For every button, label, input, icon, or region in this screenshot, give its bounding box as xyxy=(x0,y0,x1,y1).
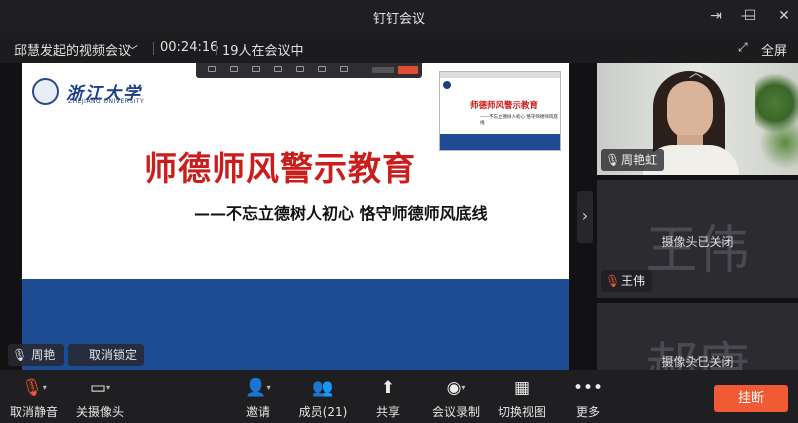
camera-label: 关摄像头 xyxy=(75,405,124,419)
mini-share-icon xyxy=(252,66,260,72)
members-button[interactable]: 👥 成员(21) xyxy=(298,370,348,423)
grid-view-icon: ▦ xyxy=(513,378,531,398)
mini-members-icon xyxy=(296,66,304,72)
collapse-panel-button[interactable]: › xyxy=(577,191,593,243)
invite-label: 邀请 xyxy=(245,405,270,419)
university-english: ZHEJIANG UNIVERSITY xyxy=(68,98,145,105)
mini-mic-icon xyxy=(208,66,216,72)
presenter-badge: 🎙周艳虹 xyxy=(8,344,64,384)
switch-view-button[interactable]: ▦ 切换视图 xyxy=(496,370,548,423)
more-icon: ••• xyxy=(572,378,604,398)
mute-label: 取消静音 xyxy=(9,405,58,419)
mic-icon: 🎙 xyxy=(605,153,621,167)
mini-stop-icon xyxy=(340,66,348,72)
participant-namebar: 🎙王伟 xyxy=(601,270,653,292)
mini-more-icon xyxy=(318,66,326,72)
mini-timer xyxy=(372,67,394,73)
camera-icon: ▭▾ xyxy=(89,378,111,398)
mute-button[interactable]: 🎙▾ 取消静音 xyxy=(6,370,62,423)
participant-tile[interactable]: 王伟 摄像头已关闭 🎙王伟 xyxy=(597,180,798,298)
participant-namebar: 🎙周艳虹 xyxy=(601,149,665,171)
add-user-icon: 👤▾ xyxy=(245,378,271,398)
preview-band xyxy=(440,134,560,150)
preview-title: 师德师风警示教育 xyxy=(470,101,539,111)
invite-button[interactable]: 👤▾ 邀请 xyxy=(236,370,280,423)
presenter-preview: 师德师风警示教育 ——不忘立德树人初心 恪守师德师风底线 xyxy=(439,71,561,151)
pin-icon[interactable]: ⇥ xyxy=(706,6,726,26)
meeting-toolbar: 🎙▾ 取消静音 ▭▾ 关摄像头 👤▾ 邀请 👥 成员(21) ⬆ 共享 ◉▾ 会… xyxy=(0,370,798,423)
camera-button[interactable]: ▭▾ 关摄像头 xyxy=(72,370,128,423)
preview-header xyxy=(440,72,560,78)
scroll-down-icon[interactable]: ﹀ xyxy=(689,353,703,370)
participant-count: 19人在会议中 xyxy=(222,44,304,59)
slide-title: 师德师风警示教育 xyxy=(144,149,416,188)
meeting-timer: 00:24:16 xyxy=(160,40,219,55)
members-icon: 👥 xyxy=(312,378,334,398)
more-button[interactable]: ••• 更多 xyxy=(566,370,610,423)
video-person-face xyxy=(667,81,713,139)
presenter-mini-toolbar xyxy=(196,63,422,78)
preview-subtitle: ——不忘立德树人初心 恪守师德师风底线 xyxy=(480,115,558,126)
mic-muted-icon: 🎙 xyxy=(605,274,621,288)
share-button[interactable]: ⬆ 共享 xyxy=(366,370,410,423)
participant-tile[interactable]: 郝康 摄像头已关闭 ﹀ xyxy=(597,303,798,370)
members-label: 成员(21) xyxy=(298,405,348,419)
meeting-name[interactable]: 邱慧发起的视频会议 xyxy=(14,40,131,59)
mini-end-share-button xyxy=(398,66,418,74)
window-title: 钉钉会议 xyxy=(372,12,425,27)
mini-annotate-icon xyxy=(274,66,282,72)
participant-name: 王伟 xyxy=(621,274,646,288)
participant-name: 周艳虹 xyxy=(621,153,658,167)
mini-camera-icon xyxy=(230,66,238,72)
mic-icon: 🎙 xyxy=(12,348,28,362)
participant-tile[interactable]: ︿ 🎙周艳虹 xyxy=(597,63,798,175)
meeting-stage: 浙江大学 ZHEJIANG UNIVERSITY 师德师风警示教育 ——不忘立德… xyxy=(0,63,798,384)
maximize-icon[interactable]: ☐ xyxy=(740,6,760,26)
share-label: 共享 xyxy=(375,405,400,419)
mic-muted-icon: 🎙▾ xyxy=(21,378,47,398)
title-bar: 钉钉会议 ⇥ — ✕ xyxy=(0,0,798,33)
chevron-down-icon[interactable]: ﹀ xyxy=(127,42,138,58)
fullscreen-icon[interactable]: ⤢ xyxy=(738,40,748,55)
divider xyxy=(216,42,217,55)
record-icon: ◉▾ xyxy=(446,378,466,398)
record-label: 会议录制 xyxy=(431,405,480,419)
share-screen-icon: ⬆ xyxy=(380,378,396,398)
hangup-button[interactable]: 挂断 xyxy=(714,385,788,412)
video-plant xyxy=(755,63,798,175)
fullscreen-label[interactable]: 全屏 xyxy=(761,40,787,59)
divider xyxy=(153,42,154,55)
preview-logo-icon xyxy=(443,81,451,89)
more-label: 更多 xyxy=(575,405,600,419)
slide-subtitle: ——不忘立德树人初心 恪守师德师风底线 xyxy=(194,204,488,223)
meeting-info-bar: 邱慧发起的视频会议 ﹀ 00:24:16 19人在会议中 ⤢ 全屏 xyxy=(0,33,798,63)
university-seal-icon xyxy=(32,78,59,105)
camera-off-status: 摄像头已关闭 xyxy=(661,235,734,249)
record-button[interactable]: ◉▾ 会议录制 xyxy=(430,370,482,423)
unlock-button[interactable]: 取消锁定 xyxy=(68,344,144,366)
shared-screen: 浙江大学 ZHEJIANG UNIVERSITY 师德师风警示教育 ——不忘立德… xyxy=(22,63,569,370)
close-button[interactable]: ✕ xyxy=(774,6,794,26)
scroll-up-icon[interactable]: ︿ xyxy=(689,63,703,82)
switch-view-label: 切换视图 xyxy=(497,405,546,419)
